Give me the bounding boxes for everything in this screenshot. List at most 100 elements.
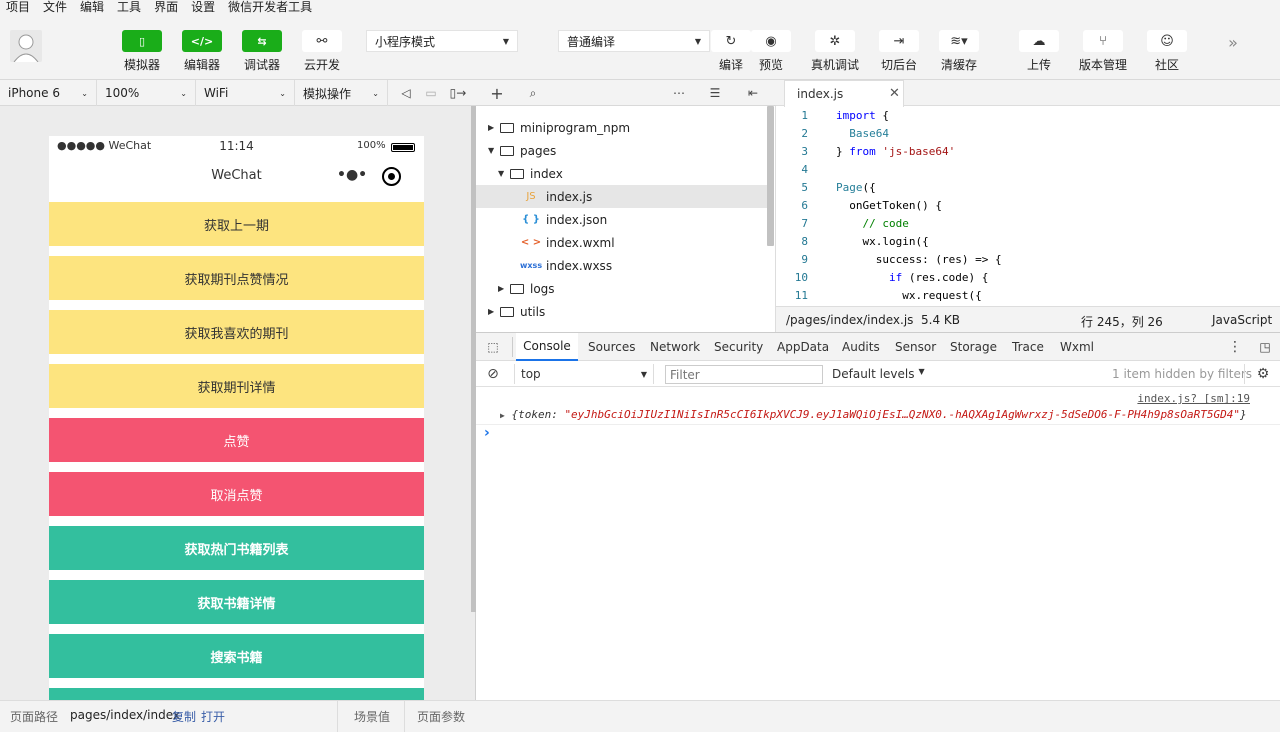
close-capsule-icon[interactable] xyxy=(382,167,401,186)
log-token-value: "eyJhbGciOiJIUzI1NiIsInR5cCI6IkpXVCJ9.ey… xyxy=(564,408,1240,421)
btn-my-favorites[interactable]: 获取我喜欢的期刊 xyxy=(49,310,424,354)
toolbar: ▯ 模拟器 </> 编辑器 ⇆ 调试器 ⚯ 云开发 小程序模式 ▼ 普通编译 ▼ ↻… xyxy=(0,14,1280,80)
more-icon[interactable]: ⋯ xyxy=(670,82,688,104)
editor-toggle[interactable]: </> xyxy=(182,30,222,52)
background-button[interactable]: ⇥ xyxy=(879,30,919,52)
page-params-button[interactable]: 页面参数 xyxy=(417,708,465,725)
menu-file[interactable]: 文件 xyxy=(43,1,67,13)
copy-link[interactable]: 复制 xyxy=(172,708,196,725)
version-button[interactable]: ⑂ xyxy=(1083,30,1123,52)
tab-network[interactable]: Network xyxy=(650,333,700,361)
search-icon[interactable]: ⌕ xyxy=(524,82,542,104)
tab-index-js[interactable]: index.js ✕ xyxy=(784,80,904,107)
kebab-menu-icon[interactable]: ⋮ xyxy=(1228,338,1242,356)
preview-button[interactable]: ◉ xyxy=(751,30,791,52)
console-prompt[interactable]: › xyxy=(484,425,490,441)
page-path: pages/index/index xyxy=(70,708,180,722)
zoom-select[interactable]: 100% ⌄ xyxy=(97,80,196,106)
btn-book-detail[interactable]: 获取书籍详情 xyxy=(49,580,424,624)
refresh-icon: ↻ xyxy=(725,33,737,49)
tree-file-index-json[interactable]: { } index.json xyxy=(476,208,775,231)
filter-input[interactable] xyxy=(665,365,823,384)
sidebar-toggle-icon[interactable]: ⇤ xyxy=(744,82,762,104)
btn-like[interactable]: 点赞 xyxy=(49,418,424,462)
avatar[interactable] xyxy=(10,30,42,62)
switch-icon: ⇥ xyxy=(893,33,905,49)
btn-issue-detail[interactable]: 获取期刊详情 xyxy=(49,364,424,408)
mode-value: 小程序模式 xyxy=(375,34,436,49)
tree-file-index-wxss[interactable]: wxss index.wxss xyxy=(476,254,775,277)
context-select[interactable]: top ▼ xyxy=(514,364,654,384)
menu-dots-icon[interactable]: •●• xyxy=(337,167,367,183)
double-chevron-right-icon[interactable]: » xyxy=(1222,32,1244,52)
tab-sources[interactable]: Sources xyxy=(588,333,635,361)
tree-folder-pages[interactable]: ▼ pages xyxy=(476,139,775,162)
collapse-icon[interactable]: ☰ xyxy=(706,82,724,104)
tab-console[interactable]: Console xyxy=(516,333,578,361)
tree-file-index-wxml[interactable]: < > index.wxml xyxy=(476,231,775,254)
screen-icon[interactable]: ▭ xyxy=(423,84,439,102)
mode-select[interactable]: 小程序模式 ▼ xyxy=(366,30,518,52)
cloud-upload-icon: ☁ xyxy=(1032,33,1046,49)
compile-button[interactable]: ↻ xyxy=(711,30,751,52)
tab-trace[interactable]: Trace xyxy=(1012,333,1044,361)
compile-mode-select[interactable]: 普通编译 ▼ xyxy=(558,30,710,52)
operation-select[interactable]: 模拟操作 ⌄ xyxy=(295,80,388,106)
btn-unlike[interactable]: 取消点赞 xyxy=(49,472,424,516)
menu-view[interactable]: 界面 xyxy=(154,1,178,13)
detach-icon[interactable]: ▯→ xyxy=(448,84,468,102)
chevron-down-icon: ⌄ xyxy=(81,88,88,98)
console-toolbar: ⊘ top▼ Default levels▼ 1 item hidden by … xyxy=(476,361,1280,387)
clear-console-icon[interactable]: ⊘ xyxy=(484,365,502,383)
cloud-link-icon: ⚯ xyxy=(316,33,328,49)
tab-wxml[interactable]: Wxml xyxy=(1060,333,1094,361)
tab-storage[interactable]: Storage xyxy=(950,333,997,361)
clear-cache-button[interactable]: ≋▾ xyxy=(939,30,979,52)
menu-tools[interactable]: 工具 xyxy=(117,1,141,13)
tree-scrollbar[interactable] xyxy=(767,106,774,246)
tree-folder-index[interactable]: ▼ index xyxy=(476,162,775,185)
expand-arrow-icon[interactable]: ▶ xyxy=(500,411,505,420)
menu-edit[interactable]: 编辑 xyxy=(80,1,104,13)
debugger-toggle[interactable]: ⇆ xyxy=(242,30,282,52)
code-line: wx.login({ xyxy=(836,235,929,248)
tab-audits[interactable]: Audits xyxy=(842,333,880,361)
add-file-icon[interactable]: + xyxy=(488,82,506,104)
gear-icon[interactable]: ⚙ xyxy=(1254,365,1272,383)
btn-search-books[interactable]: 搜索书籍 xyxy=(49,634,424,678)
log-source-link[interactable]: index.js? [sm]:19 xyxy=(1137,392,1250,405)
upload-button[interactable]: ☁ xyxy=(1019,30,1059,52)
code-area[interactable]: 1 2 3 4 5 6 7 8 9 10 11 import { Base64 … xyxy=(776,106,1280,306)
btn-hot-books[interactable]: 获取热门书籍列表 xyxy=(49,526,424,570)
menu-settings[interactable]: 设置 xyxy=(191,1,215,13)
tree-folder-logs[interactable]: ▶ logs xyxy=(476,277,775,300)
tab-appdata[interactable]: AppData xyxy=(777,333,829,361)
language-mode[interactable]: JavaScript xyxy=(1212,313,1272,327)
tree-folder-miniprogram-npm[interactable]: ▶ miniprogram_npm xyxy=(476,116,775,139)
log-entry: index.js? [sm]:19 ▶ {token: "eyJhbGciOiJ… xyxy=(476,389,1280,425)
close-icon[interactable]: ✕ xyxy=(889,86,900,101)
tree-folder-utils[interactable]: ▶ utils xyxy=(476,300,775,323)
menu-project[interactable]: 项目 xyxy=(6,1,30,13)
cloud-button[interactable]: ⚯ xyxy=(302,30,342,52)
scene-value-button[interactable]: 场景值 xyxy=(354,708,390,725)
tab-sensor[interactable]: Sensor xyxy=(895,333,936,361)
volume-icon[interactable]: ◁ xyxy=(398,84,414,102)
log-object[interactable]: ▶ {token: "eyJhbGciOiJIUzI1NiIsInR5cCI6I… xyxy=(500,408,1247,421)
network-select[interactable]: WiFi ⌄ xyxy=(196,80,295,106)
remote-debug-button[interactable]: ✲ xyxy=(815,30,855,52)
tab-security[interactable]: Security xyxy=(714,333,763,361)
tree-file-index-js[interactable]: JS index.js xyxy=(476,185,768,208)
cursor-position[interactable]: 行 245，列 26 xyxy=(1081,313,1163,330)
device-select[interactable]: iPhone 6 ⌄ xyxy=(0,80,97,106)
levels-select[interactable]: Default levels ▼ xyxy=(832,367,925,381)
btn-issue-likes[interactable]: 获取期刊点赞情况 xyxy=(49,256,424,300)
btn-next-partial[interactable] xyxy=(49,688,424,700)
btn-prev-issue[interactable]: 获取上一期 xyxy=(49,202,424,246)
menu-devtools[interactable]: 微信开发者工具 xyxy=(228,1,312,13)
community-button[interactable]: ☺ xyxy=(1147,30,1187,52)
inspect-icon[interactable]: ⬚ xyxy=(484,338,502,356)
dock-icon[interactable]: ◳ xyxy=(1256,338,1274,356)
simulator-toggle[interactable]: ▯ xyxy=(122,30,162,52)
open-link[interactable]: 打开 xyxy=(201,708,225,725)
